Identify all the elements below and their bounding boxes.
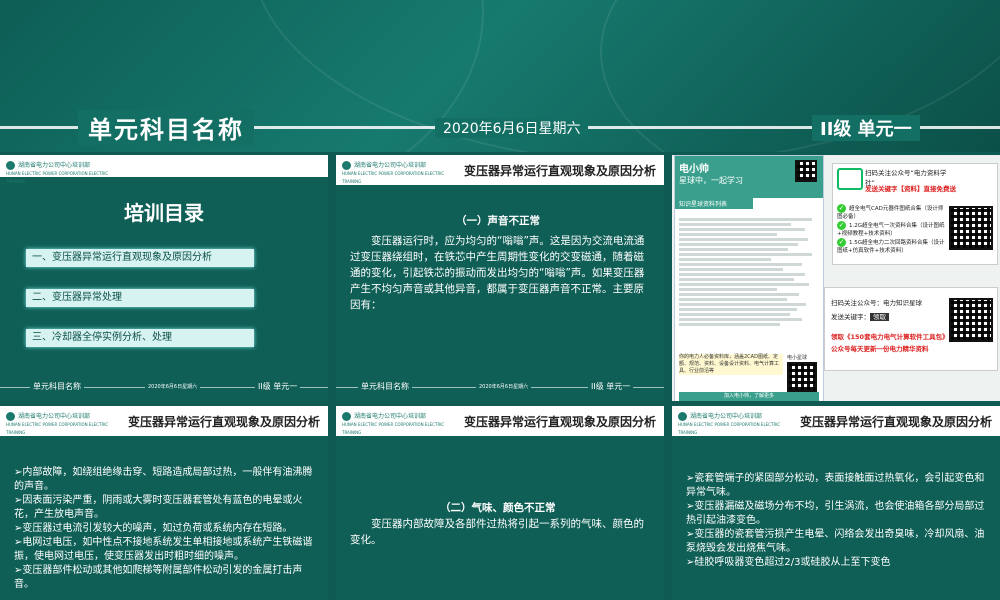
slide-header: 湖南省电力公司中心培训部 HUNAN ELECTRIC POWER CORPORA… xyxy=(336,406,664,436)
wx2-line1: 领取《150套电力电气计算软件工具包》 xyxy=(831,333,949,341)
check-icon: ✓ xyxy=(837,204,846,213)
org-logo-icon xyxy=(342,161,351,170)
slide-footer: 单元科目名称 2020年6月6日星期六 II级 单元一 xyxy=(0,381,328,393)
cause-list: ➢内部故障，如绕组绝缘击穿、短路造成局部过热，一般伴有油沸腾的声音。 ➢因表面污… xyxy=(14,466,318,592)
slide-header: 湖南省电力公司中心培训部 HUNAN ELECTRIC POWER CORPORA… xyxy=(0,406,328,436)
offer-item-1: ✓ 超全电气CAD元器件图纸合集（设计师图必备） xyxy=(837,204,944,220)
slide-smell-causes[interactable]: 湖南省电力公司中心培训部 HUNAN ELECTRIC POWER CORPORA… xyxy=(672,406,1000,600)
cause-item: ➢变压器的瓷套管污损产生电晕、闪络会发出奇臭味，冷却风扇、油泵烧毁会发出烧焦气味… xyxy=(686,529,985,554)
wx2-qr-icon[interactable] xyxy=(949,298,993,342)
toc-item-1[interactable]: 一、变压器异常运行直观现象及原因分析 xyxy=(26,249,254,267)
org-logo-icon xyxy=(6,161,15,170)
star-label: 电小星球 xyxy=(787,355,808,361)
section-paragraph: 变压器内部故障及各部件过热将引起一系列的气味、颜色的变化。 xyxy=(350,518,644,546)
org-name: 湖南省电力公司中心培训部 HUNAN ELECTRIC POWER CORPORA… xyxy=(342,412,445,435)
org-name: 湖南省电力公司中心培训部 HUNAN ELECTRIC POWER CORPORA… xyxy=(6,412,109,435)
cause-item: ➢因表面污染严重，阴雨或大雾时变压器套管处有蓝色的电晕或火花，产生放电声音。 xyxy=(14,495,303,520)
cause-item: ➢变压器部件松动或其他如爬梯等附属部件松动引发的金属打击声音。 xyxy=(14,565,303,590)
toc-item-3[interactable]: 三、冷却器全停实例分析、处理 xyxy=(26,329,254,347)
title-banner: 单元科目名称 2020年6月6日星期六 II级 单元一 xyxy=(0,0,1000,152)
wechat-card-1: 扫码关注公众号“电力资料学社” 发送关键字【资料】直接免费送 ✓ 超全电气CAD元… xyxy=(832,163,998,265)
cause-item: ➢内部故障，如绕组绝缘击穿、短路造成局部过热，一般伴有油沸腾的声音。 xyxy=(14,467,313,492)
book-icon xyxy=(837,168,863,190)
org-logo-icon xyxy=(678,412,687,421)
offer-item-2: ✓ 1.2G超全电气一次资料合集（设计图纸+视频教程+技术资料） xyxy=(837,221,945,237)
offer-item-3: ✓ 1.5G超全电力二次回路资料合集（设计图纸+仿真软件+技术资料） xyxy=(837,238,945,254)
cause-item: ➢变压器漏磁及磁场分布不均，引生涡流，也会使油箱各部分局部过热引起油漆变色。 xyxy=(686,501,985,526)
promo-slide[interactable]: 电小帅 星球中，一起学习 知识星球资料列表 你的电力人必备资料库，涵盖2CAD图… xyxy=(672,155,1000,401)
phone-mockup: 电小帅 星球中，一起学习 知识星球资料列表 你的电力人必备资料库，涵盖2CAD图… xyxy=(674,155,824,401)
banner-date: 2020年6月6日星期六 xyxy=(435,118,589,138)
cause-list: ➢瓷套管端子的紧固部分松动，表面接触面过热氧化，会引起变色和异常气味。 ➢变压器… xyxy=(686,472,990,570)
check-icon: ✓ xyxy=(837,238,846,247)
wx1-qr-icon[interactable] xyxy=(949,206,993,250)
org-name: 湖南省电力公司中心培训部 HUNAN ELECTRIC POWER CORPORA… xyxy=(678,412,781,435)
slide-footer: 单元科目名称 2020年6月6日星期六 II级 单元一 xyxy=(336,381,664,393)
org-logo-icon xyxy=(6,412,15,421)
cause-item: ➢变压器过电流引发较大的噪声，如过负荷或系统内存在短路。 xyxy=(14,523,293,534)
toc-item-2[interactable]: 二、变压器异常处理 xyxy=(26,289,254,307)
wechat-card-2: 扫码关注公众号：电力知识星球 发送关键字： 领取 领取《150套电力电气计算软件工… xyxy=(824,287,998,371)
cause-item: ➢硅胶呼吸器变色超过2/3或硅胶从上至下变色 xyxy=(686,557,891,568)
org-name: 湖南省电力公司中心培训部 HUNAN ELECTRIC POWER CORPORA… xyxy=(6,161,109,184)
slide-header: 湖南省电力公司中心培训部 HUNAN ELECTRIC POWER CORPORA… xyxy=(336,155,664,185)
star-qr-icon[interactable] xyxy=(787,362,817,392)
section-paragraph: 变压器运行时，应为均匀的“嗡嗡”声。这是因为交流电流通过变压器绕组时，在铁芯中产… xyxy=(350,235,645,311)
wx2-keyword: 发送关键字： xyxy=(831,313,870,321)
list-tag: 知识星球资料列表 xyxy=(675,198,753,209)
cause-item: ➢电网过电压，如中性点不接地系统发生单相接地或系统产生铁磁谐振，使电网过电压，使… xyxy=(14,537,313,562)
slide-title: 变压器异常运行直观现象及原因分析 xyxy=(799,415,992,429)
slide-title: 变压器异常运行直观现象及原因分析 xyxy=(463,164,656,178)
org-logo-icon xyxy=(342,412,351,421)
file-list xyxy=(679,216,819,328)
slide-header: 湖南省电力公司中心培训部 HUNAN ELECTRIC POWER CORPORA… xyxy=(0,155,328,184)
slide-sound[interactable]: 湖南省电力公司中心培训部 HUNAN ELECTRIC POWER CORPORA… xyxy=(336,155,664,401)
slide-toc[interactable]: 湖南省电力公司中心培训部 HUNAN ELECTRIC POWER CORPORA… xyxy=(0,155,328,401)
slide-smell-color[interactable]: 湖南省电力公司中心培训部 HUNAN ELECTRIC POWER CORPORA… xyxy=(336,406,664,600)
promo-text: 你的电力人必备资料库，涵盖2CAD图纸、定额、规范、资料、设备设计资料、电气计算… xyxy=(679,354,783,375)
section-heading: （一）声音不正常 xyxy=(456,215,540,227)
slide-title: 变压器异常运行直观现象及原因分析 xyxy=(127,415,320,429)
org-name: 湖南省电力公司中心培训部 HUNAN ELECTRIC POWER CORPORA… xyxy=(342,161,445,184)
wx2-title: 扫码关注公众号：电力知识星球 xyxy=(831,299,922,307)
slide-header: 湖南省电力公司中心培训部 HUNAN ELECTRIC POWER CORPORA… xyxy=(672,406,1000,436)
section-heading: （二）气味、颜色不正常 xyxy=(440,502,556,514)
unit-title: 单元科目名称 xyxy=(78,110,254,145)
banner-level: II级 单元一 xyxy=(812,115,920,141)
wx2-line2: 公众号每天更新一份电力精华资料 xyxy=(831,345,929,353)
slide-title: 变压器异常运行直观现象及原因分析 xyxy=(463,415,656,429)
wx1-keyword: 发送关键字【资料】直接免费送 xyxy=(865,185,956,193)
app-qr-icon[interactable] xyxy=(795,160,817,182)
check-icon: ✓ xyxy=(837,221,846,230)
toc-title: 培训目录 xyxy=(124,201,204,225)
cause-item: ➢瓷套管端子的紧固部分松动，表面接触面过热氧化，会引起变色和异常气味。 xyxy=(686,473,985,498)
slide-sound-causes[interactable]: 湖南省电力公司中心培训部 HUNAN ELECTRIC POWER CORPORA… xyxy=(0,406,328,600)
join-button[interactable]: 加入电小帅，了解更多 xyxy=(679,392,819,401)
wx2-key: 领取 xyxy=(870,313,889,321)
